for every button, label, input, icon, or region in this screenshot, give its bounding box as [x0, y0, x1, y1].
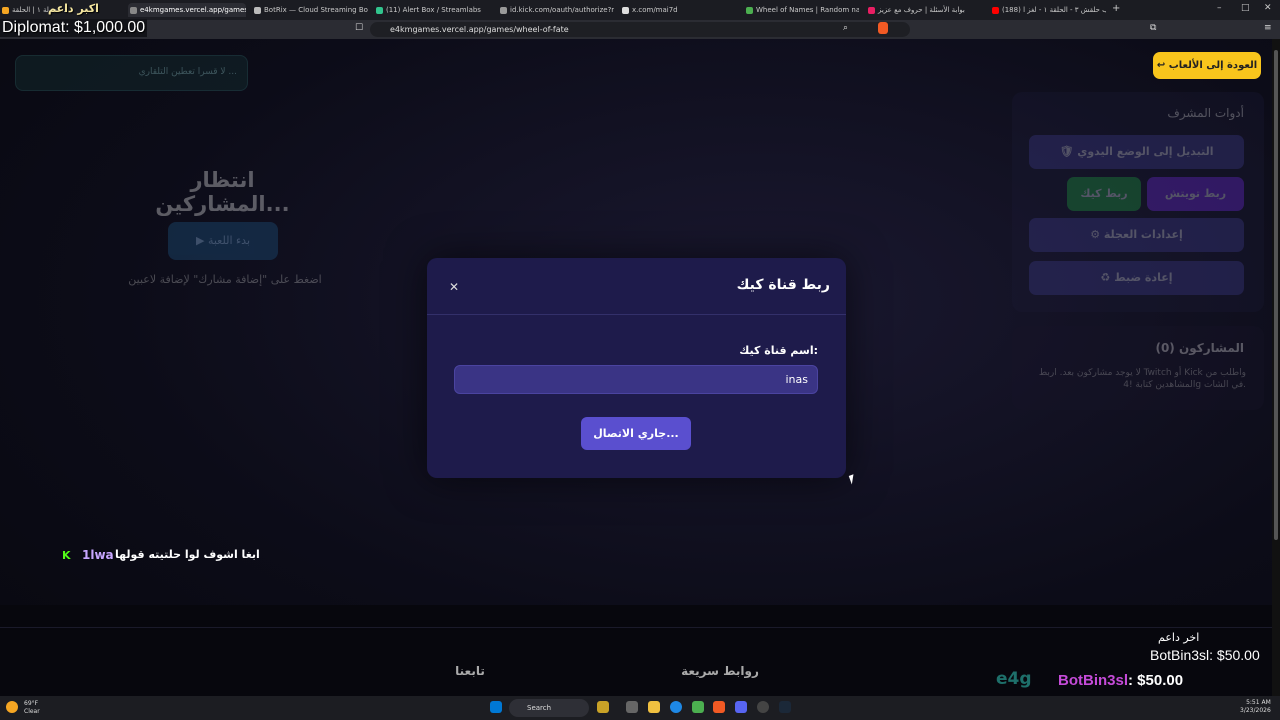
steam-icon[interactable]: [779, 701, 791, 713]
tab-favicon-icon: [746, 7, 753, 14]
footer-follow-heading: تابعنا: [455, 664, 485, 678]
address-bar-row: ☐ e4kmgames.vercel.app/games/wheel-of-fa…: [0, 20, 1280, 39]
bookmark-icon[interactable]: ☐: [355, 23, 363, 33]
browser-tab[interactable]: (11) Alert Box / Streamlabs: [374, 3, 492, 17]
chat-message: ابغا اشوف لوا حلتيته قولها: [115, 548, 260, 561]
browser-tab[interactable]: Wheel of Names | Random name pic: [744, 3, 859, 17]
windows-taskbar: [0, 696, 1280, 720]
extensions-icon[interactable]: ⧉: [1150, 23, 1156, 33]
file-explorer-icon[interactable]: [648, 701, 660, 713]
tab-favicon-icon: [130, 7, 137, 14]
modal-divider: [427, 314, 846, 315]
wheel-settings-button[interactable]: ⚙ إعدادات العجلة: [1029, 218, 1244, 252]
start-menu-icon[interactable]: [490, 701, 502, 713]
close-window-icon[interactable]: ✕: [1264, 3, 1272, 13]
tab-favicon-icon: [622, 7, 629, 14]
tab-favicon-icon: [254, 7, 261, 14]
obs-icon[interactable]: [757, 701, 769, 713]
last-supporter-label: اخر داعم: [1158, 631, 1200, 644]
supporter-banner: BotBin3sl: $50.00: [1058, 672, 1183, 689]
tab-favicon-icon: [500, 7, 507, 14]
channel-name-input[interactable]: [454, 365, 818, 394]
footer-divider: [0, 627, 1272, 628]
taskbar-search[interactable]: Search: [509, 699, 589, 717]
taskbar-clock: 5:51 AM 3/23/2026: [1240, 699, 1271, 714]
zoom-icon[interactable]: ⌕: [843, 23, 848, 33]
manual-mode-button[interactable]: 🛡 التبديل إلى الوضع اليدوي: [1029, 135, 1244, 169]
menu-icon[interactable]: ≡: [1264, 23, 1272, 33]
start-game-button[interactable]: ▶ بدء اللعبة: [168, 222, 278, 260]
last-supporter-amount: BotBin3sl: $50.00: [1150, 647, 1260, 663]
connect-button[interactable]: جاري الاتصال...: [581, 417, 691, 450]
widgets-icon[interactable]: [597, 701, 609, 713]
task-view-icon[interactable]: [626, 701, 638, 713]
close-icon[interactable]: ✕: [447, 280, 461, 294]
browser-tab[interactable]: BotRix — Cloud Streaming Bot for Tw: [252, 3, 368, 17]
edge-icon[interactable]: [670, 701, 682, 713]
weather-widget[interactable]: 69°F Clear: [24, 700, 40, 716]
url-field[interactable]: e4kmgames.vercel.app/games/wheel-of-fate: [370, 22, 910, 37]
participants-title: المشاركون (0): [1155, 341, 1244, 355]
browser-tab[interactable]: (188) التقبيب حلقش ٣ - الحلقة ١ - لغز ا: [990, 3, 1106, 17]
supporter-amount: : $50.00: [1128, 672, 1184, 689]
store-icon[interactable]: [692, 701, 704, 713]
connect-kick-button[interactable]: ربط كيك: [1067, 177, 1141, 211]
back-to-games-button[interactable]: ↩ العودة إلى الألعاب: [1153, 52, 1261, 79]
modal-title: ربط قناة كيك: [736, 277, 830, 293]
top-donor-label: اكبر داعم: [48, 2, 99, 15]
tab-favicon-icon: [376, 7, 383, 14]
admin-tools-title: أدوات المشرف: [1167, 106, 1244, 120]
browser-tab-active[interactable]: e4kmgames.vercel.app/games/: [128, 3, 246, 17]
footer-quick-links-heading: روابط سريعة: [681, 664, 759, 678]
channel-name-label: اسم قناة كيك:: [739, 344, 818, 357]
discord-icon[interactable]: [735, 701, 747, 713]
browser-tab[interactable]: x.com/mai7d: [620, 3, 738, 17]
tab-favicon-icon: [992, 7, 999, 14]
brave-icon[interactable]: [713, 701, 725, 713]
brave-shield-icon[interactable]: [878, 22, 888, 34]
connect-twitch-button[interactable]: ربط تويتش: [1147, 177, 1244, 211]
minimize-icon[interactable]: –: [1217, 3, 1222, 13]
browser-tab[interactable]: بوابة الأسئلة | حروف مع عزيز: [866, 3, 984, 17]
tab-favicon-icon: [868, 7, 875, 14]
participants-empty-note: لا يوجد مشاركون بعد. اربط Twitch أو Kick…: [1038, 368, 1246, 390]
brand-logo: e4g: [996, 669, 1032, 689]
browser-tab-bar: جولة ١ | الحلقة ... e4kmgames.vercel.app…: [0, 0, 1280, 20]
top-notice: لا قسرا تعطين التلقاري ...: [15, 55, 248, 91]
weather-icon[interactable]: [6, 701, 18, 713]
new-tab-icon[interactable]: +: [1112, 3, 1120, 14]
scrollbar-thumb[interactable]: [1274, 50, 1278, 540]
maximize-icon[interactable]: □: [1241, 3, 1250, 13]
tab-favicon-icon: [2, 7, 9, 14]
browser-tab[interactable]: id.kick.com/oauth/authorize?respon: [498, 3, 614, 17]
reset-button[interactable]: ♻ إعادة ضبط: [1029, 261, 1244, 295]
chat-username: 1lwa: [82, 548, 114, 562]
waiting-title: انتظار المشاركين...: [155, 168, 290, 216]
top-donor-overlay: Diplomat: $1,000.00: [0, 19, 148, 37]
supporter-name: BotBin3sl: [1058, 672, 1129, 689]
kick-logo-icon: K: [62, 549, 71, 562]
add-participant-hint: اضغط على "إضافة مشارك" لإضافة لاعبين: [128, 273, 322, 286]
